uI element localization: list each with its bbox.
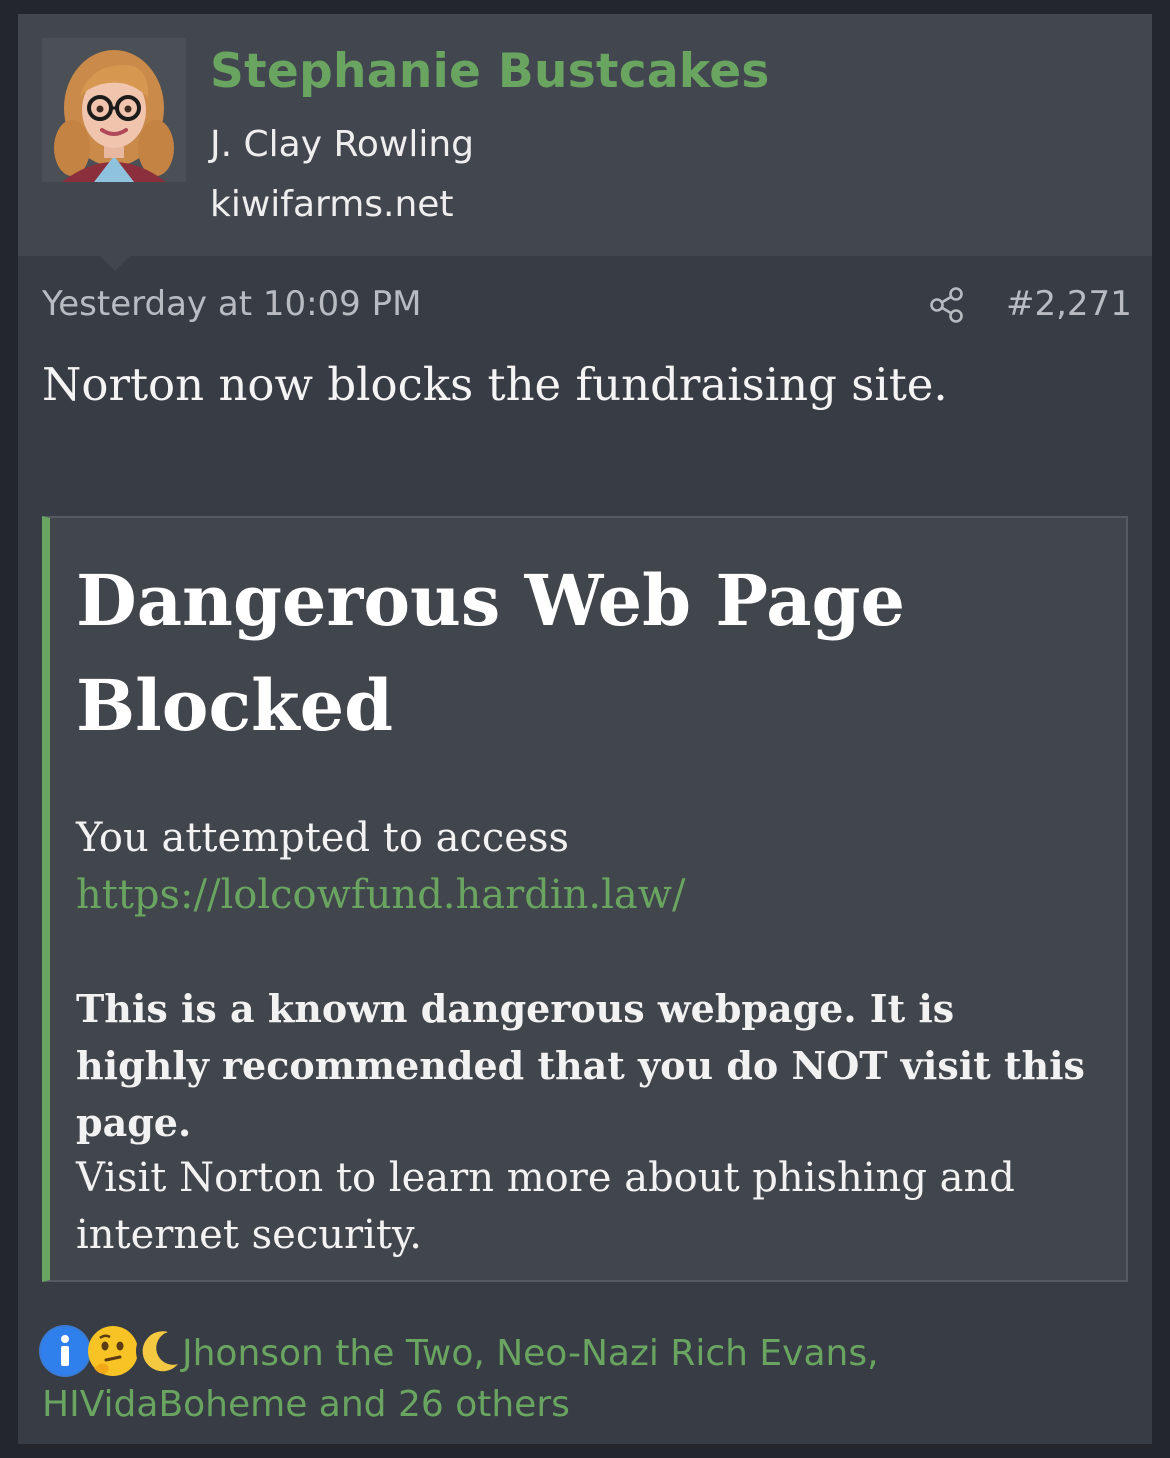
post-number-link[interactable]: #2,271 (1006, 284, 1132, 324)
header-pointer (100, 256, 130, 271)
cartoon-woman-avatar-icon (42, 38, 186, 182)
user-site: kiwifarms.net (210, 184, 454, 225)
quote-access-paragraph: You attempted to access https://lolcowfu… (76, 810, 1086, 924)
block-quote: Dangerous Web Page Blocked You attempted… (42, 516, 1128, 1282)
reaction-users-link[interactable]: Jhonson the Two, Neo-Nazi Rich Evans, HI… (42, 1333, 879, 1425)
avatar[interactable] (42, 38, 186, 182)
quote-url-link[interactable]: https://lolcowfund.hardin.law/ (76, 872, 685, 918)
reaction-users-list: Jhonson the Two, Neo-Nazi Rich Evans, HI… (42, 1328, 1082, 1430)
quote-warning-text: This is a known dangerous webpage. It is… (76, 986, 1085, 1145)
username-link[interactable]: Stephanie Bustcakes (210, 44, 770, 99)
share-icon[interactable] (928, 286, 966, 324)
quote-access-text: You attempted to access (76, 815, 570, 861)
quote-heading: Dangerous Web Page Blocked (76, 559, 906, 747)
forum-post: Stephanie Bustcakes J. Clay Rowling kiwi… (18, 14, 1152, 1444)
user-title: J. Clay Rowling (210, 124, 474, 165)
quote-info-text: Visit Norton to learn more about phishin… (76, 1155, 1015, 1258)
post-author-header: Stephanie Bustcakes J. Clay Rowling kiwi… (18, 14, 1152, 256)
post-body-text: Norton now blocks the fundraising site. (42, 358, 948, 411)
post-timestamp[interactable]: Yesterday at 10:09 PM (42, 284, 421, 324)
